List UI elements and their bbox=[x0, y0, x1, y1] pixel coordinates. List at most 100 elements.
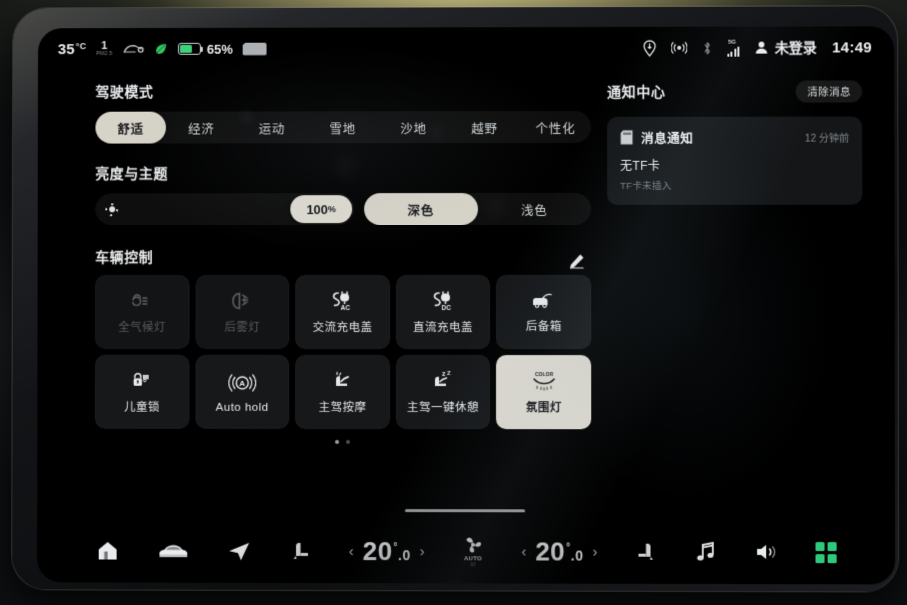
climate-left-value: 20 bbox=[363, 536, 393, 566]
page-indicator[interactable] bbox=[95, 440, 591, 445]
vehicle-control-header: 车辆控制 bbox=[95, 247, 591, 275]
vehicle-control-title: 车辆控制 bbox=[95, 247, 153, 267]
tile-dc-charge-port[interactable]: DC 直流充电盖 bbox=[396, 275, 491, 349]
page-dot-2[interactable] bbox=[346, 440, 350, 444]
drive-mode-option-sand[interactable]: 沙地 bbox=[378, 111, 449, 143]
driver-massage-icon bbox=[329, 369, 357, 391]
clear-messages-button[interactable]: 清除消息 bbox=[796, 80, 862, 102]
drive-mode-option-sport[interactable]: 运动 bbox=[237, 111, 308, 143]
drive-mode-option-offroad[interactable]: 越野 bbox=[449, 111, 520, 143]
infotainment-screen: 35°C 1 PM2.5 65% 5G 未登录 14:49 驾驶模式 舒适 经济… bbox=[37, 26, 895, 584]
sd-card-icon bbox=[620, 130, 633, 145]
drive-mode-selector[interactable]: 舒适 经济 运动 雪地 沙地 越野 个性化 bbox=[95, 111, 591, 144]
pencil-icon[interactable] bbox=[568, 252, 585, 269]
dock-music-button[interactable] bbox=[694, 540, 716, 564]
network-type-label: 5G bbox=[728, 39, 736, 45]
notification-subtext: TF卡未插入 bbox=[620, 178, 849, 192]
music-icon bbox=[694, 540, 716, 564]
location-pin-icon[interactable] bbox=[643, 39, 656, 56]
climate-right-increase[interactable]: › bbox=[593, 543, 598, 560]
notification-title-group: 消息通知 bbox=[620, 128, 693, 147]
leaf-icon bbox=[154, 42, 168, 56]
climate-right-decrease[interactable]: ‹ bbox=[521, 543, 526, 560]
status-bar-left: 35°C 1 PM2.5 65% bbox=[58, 40, 267, 57]
passenger-seat-icon bbox=[634, 540, 658, 564]
theme-selector[interactable]: 深色 浅色 bbox=[364, 193, 591, 225]
dc-charge-port-icon: DC bbox=[428, 290, 458, 312]
tile-driver-massage[interactable]: 主驾按摩 bbox=[295, 355, 389, 429]
tile-ac-charge-port[interactable]: AC 交流充电盖 bbox=[295, 275, 389, 349]
battery-percent: 65% bbox=[207, 41, 233, 56]
tile-auto-hold[interactable]: A Auto hold bbox=[195, 355, 289, 429]
theme-option-dark[interactable]: 深色 bbox=[364, 193, 477, 225]
climate-left-control[interactable]: ‹ 20°.0 › bbox=[349, 536, 425, 567]
home-indicator[interactable] bbox=[404, 509, 524, 513]
dock-fan-button[interactable]: AUTO /// bbox=[461, 535, 485, 568]
drive-mode-title: 驾驶模式 bbox=[95, 81, 591, 102]
drive-mode-option-eco[interactable]: 经济 bbox=[166, 112, 237, 144]
status-bar: 35°C 1 PM2.5 65% 5G 未登录 14:49 bbox=[38, 26, 894, 70]
dock-passenger-seat-button[interactable] bbox=[634, 540, 658, 564]
brightness-value-thumb[interactable]: 100% bbox=[290, 195, 352, 223]
brightness-slider[interactable]: 100% bbox=[95, 193, 354, 225]
notification-center-header: 通知中心 清除消息 bbox=[607, 80, 862, 102]
dock-car-button[interactable] bbox=[157, 540, 191, 562]
page-dot-1[interactable] bbox=[335, 440, 339, 444]
user-icon bbox=[755, 41, 769, 55]
drive-mode-option-custom[interactable]: 个性化 bbox=[520, 111, 591, 143]
tile-label: 氛围灯 bbox=[526, 399, 562, 415]
tile-label: Auto hold bbox=[216, 401, 269, 413]
pm25-label: PM2.5 bbox=[96, 52, 112, 58]
climate-right-value-group: 20°.0 bbox=[535, 536, 583, 567]
svg-text:Z: Z bbox=[447, 371, 451, 377]
outside-temp-unit: °C bbox=[76, 41, 86, 51]
climate-left-decrease[interactable]: ‹ bbox=[349, 543, 354, 560]
drive-mode-option-comfort[interactable]: 舒适 bbox=[95, 112, 166, 144]
car-icon bbox=[157, 540, 191, 562]
tile-all-weather-light[interactable]: 全气候灯 bbox=[95, 275, 189, 349]
wifi-hotspot-icon[interactable] bbox=[671, 40, 687, 56]
signal-bars bbox=[727, 46, 740, 56]
dock-app-grid-button[interactable] bbox=[815, 542, 836, 563]
svg-text:z: z bbox=[442, 371, 446, 378]
tile-ambient-light[interactable]: COLOR 氛围灯 bbox=[496, 355, 591, 429]
display-bezel: 35°C 1 PM2.5 65% 5G 未登录 14:49 驾驶模式 舒适 经济… bbox=[12, 6, 898, 591]
climate-left-increase[interactable]: › bbox=[420, 543, 425, 560]
car-pm-icon bbox=[122, 42, 144, 55]
notification-item[interactable]: 消息通知 12 分钟前 无TF卡 TF卡未插入 bbox=[607, 117, 862, 205]
driver-rest-icon: z Z bbox=[428, 370, 458, 392]
pm25-reading: 1 PM2.5 bbox=[96, 41, 112, 57]
vehicle-control-section: 车辆控制 全气候灯 后雾灯 AC 交流充电盖 DC 直流充电盖 后备箱 儿童锁 … bbox=[95, 247, 591, 444]
tile-label: 后雾灯 bbox=[224, 318, 260, 334]
dock-navigation-button[interactable] bbox=[227, 539, 253, 563]
main-content: 驾驶模式 舒适 经济 运动 雪地 沙地 越野 个性化 亮度与主题 100 % 深… bbox=[37, 68, 895, 490]
climate-left-decimal: .0 bbox=[398, 547, 411, 563]
climate-left-value-group: 20°.0 bbox=[363, 536, 411, 567]
dock-driver-seat-button[interactable] bbox=[289, 539, 313, 563]
drive-mode-section: 驾驶模式 舒适 经济 运动 雪地 沙地 越野 个性化 bbox=[95, 81, 591, 144]
tile-rear-fog-light[interactable]: 后雾灯 bbox=[195, 275, 289, 349]
outside-temp-value: 35 bbox=[58, 41, 75, 58]
tile-label: 儿童锁 bbox=[124, 398, 160, 414]
battery-indicator: 65% bbox=[178, 41, 233, 56]
rear-fog-light-icon bbox=[228, 290, 256, 312]
brightness-theme-section: 亮度与主题 100% 深色 浅色 bbox=[95, 163, 591, 225]
bluetooth-icon[interactable] bbox=[702, 40, 712, 55]
user-login-status[interactable]: 未登录 bbox=[755, 37, 817, 57]
drive-mode-option-snow[interactable]: 雪地 bbox=[307, 111, 378, 143]
tile-label: 主驾一键休憩 bbox=[407, 399, 479, 415]
dock-home-button[interactable] bbox=[95, 538, 121, 562]
dock-volume-button[interactable] bbox=[753, 541, 779, 563]
climate-right-control[interactable]: ‹ 20°.0 › bbox=[521, 536, 597, 567]
tile-label: 交流充电盖 bbox=[313, 318, 373, 334]
tile-driver-rest[interactable]: z Z 主驾一键休憩 bbox=[396, 355, 491, 429]
driver-seat-icon bbox=[289, 539, 313, 563]
battery-icon bbox=[178, 43, 201, 55]
tile-trunk[interactable]: 后备箱 bbox=[496, 275, 591, 349]
theme-option-light[interactable]: 浅色 bbox=[478, 193, 592, 225]
dock-bar: ‹ 20°.0 › AUTO /// ‹ 20°.0 › bbox=[37, 518, 895, 584]
photo-frame: 35°C 1 PM2.5 65% 5G 未登录 14:49 驾驶模式 舒适 经济… bbox=[0, 0, 907, 605]
tile-label: 主驾按摩 bbox=[319, 398, 367, 414]
outside-temperature: 35°C bbox=[58, 41, 86, 58]
tile-child-lock[interactable]: 儿童锁 bbox=[95, 355, 189, 429]
